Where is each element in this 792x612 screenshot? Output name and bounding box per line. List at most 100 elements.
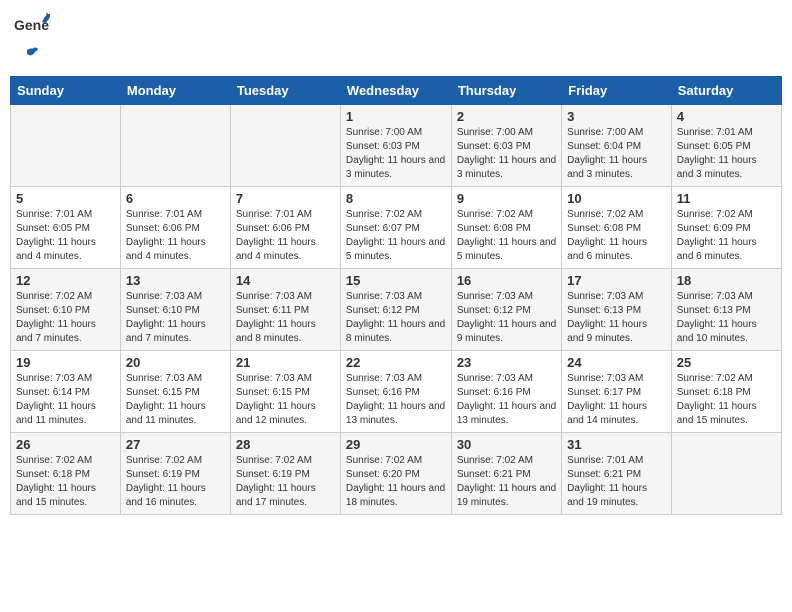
day-of-week-header: Friday <box>562 77 672 105</box>
calendar-day-cell: 24 Sunrise: 7:03 AM Sunset: 6:17 PM Dayli… <box>562 351 672 433</box>
day-info: Sunrise: 7:00 AM Sunset: 6:04 PM Dayligh… <box>567 126 666 182</box>
calendar-day-cell: 7 Sunrise: 7:01 AM Sunset: 6:06 PM Daylig… <box>230 187 340 269</box>
day-number: 16 <box>457 273 556 288</box>
calendar-week-row: 1 Sunrise: 7:00 AM Sunset: 6:03 PM Daylig… <box>11 105 782 187</box>
day-of-week-header: Thursday <box>451 77 561 105</box>
logo-bird-icon <box>16 46 38 68</box>
calendar-day-cell: 29Sunrise: 7:02 AM Sunset: 6:20 PM Dayli… <box>340 433 451 515</box>
day-info: Sunrise: 7:00 AM Sunset: 6:03 PM Dayligh… <box>457 126 556 182</box>
calendar-day-cell: 23 Sunrise: 7:03 AM Sunset: 6:16 PM Dayli… <box>451 351 561 433</box>
day-number: 1 <box>346 109 446 124</box>
day-number: 18 <box>677 273 776 288</box>
calendar-day-cell: 28 Sunrise: 7:02 AM Sunset: 6:19 PM Dayli… <box>230 433 340 515</box>
day-info: Sunrise: 7:03 AM Sunset: 6:15 PM Dayligh… <box>126 372 225 428</box>
day-info: Sunrise: 7:02 AM Sunset: 6:10 PM Dayligh… <box>16 290 115 346</box>
calendar-day-cell <box>11 105 121 187</box>
day-info: Sunrise: 7:03 AM Sunset: 6:12 PM Dayligh… <box>457 290 556 346</box>
calendar-day-cell: 16 Sunrise: 7:03 AM Sunset: 6:12 PM Dayli… <box>451 269 561 351</box>
calendar-day-cell: 10 Sunrise: 7:02 AM Sunset: 6:08 PM Dayli… <box>562 187 672 269</box>
calendar-day-cell: 6 Sunrise: 7:01 AM Sunset: 6:06 PM Daylig… <box>120 187 230 269</box>
day-info: Sunrise: 7:01 AM Sunset: 6:06 PM Dayligh… <box>126 208 225 264</box>
calendar-day-cell <box>230 105 340 187</box>
day-number: 21 <box>236 355 335 370</box>
day-number: 6 <box>126 191 225 206</box>
day-number: 25 <box>677 355 776 370</box>
day-info: Sunrise: 7:02 AM Sunset: 6:19 PM Dayligh… <box>236 454 335 510</box>
calendar-day-cell: 19 Sunrise: 7:03 AM Sunset: 6:14 PM Dayli… <box>11 351 121 433</box>
day-info: Sunrise: 7:02 AM Sunset: 6:18 PM Dayligh… <box>16 454 115 510</box>
calendar-week-row: 19 Sunrise: 7:03 AM Sunset: 6:14 PM Dayli… <box>11 351 782 433</box>
day-info: Sunrise: 7:02 AM Sunset: 6:21 PM Dayligh… <box>457 454 556 510</box>
day-number: 30 <box>457 437 556 452</box>
logo: General <box>14 10 50 68</box>
day-info: Sunrise: 7:02 AM Sunset: 6:08 PM Dayligh… <box>567 208 666 264</box>
day-info: Sunrise: 7:01 AM Sunset: 6:05 PM Dayligh… <box>677 126 776 182</box>
day-info: Sunrise: 7:00 AM Sunset: 6:03 PM Dayligh… <box>346 126 446 182</box>
day-info: Sunrise: 7:03 AM Sunset: 6:11 PM Dayligh… <box>236 290 335 346</box>
calendar-day-cell: 11 Sunrise: 7:02 AM Sunset: 6:09 PM Dayli… <box>671 187 781 269</box>
day-info: Sunrise: 7:03 AM Sunset: 6:17 PM Dayligh… <box>567 372 666 428</box>
calendar-day-cell: 17Sunrise: 7:03 AM Sunset: 6:13 PM Dayli… <box>562 269 672 351</box>
calendar-day-cell: 2 Sunrise: 7:00 AM Sunset: 6:03 PM Daylig… <box>451 105 561 187</box>
day-of-week-header: Monday <box>120 77 230 105</box>
day-info: Sunrise: 7:03 AM Sunset: 6:13 PM Dayligh… <box>677 290 776 346</box>
logo-icon: General <box>14 10 50 46</box>
day-info: Sunrise: 7:03 AM Sunset: 6:14 PM Dayligh… <box>16 372 115 428</box>
day-number: 11 <box>677 191 776 206</box>
day-number: 7 <box>236 191 335 206</box>
day-number: 29 <box>346 437 446 452</box>
calendar-day-cell: 3 Sunrise: 7:00 AM Sunset: 6:04 PM Daylig… <box>562 105 672 187</box>
day-info: Sunrise: 7:03 AM Sunset: 6:16 PM Dayligh… <box>457 372 556 428</box>
day-number: 19 <box>16 355 115 370</box>
calendar-day-cell: 21Sunrise: 7:03 AM Sunset: 6:15 PM Dayli… <box>230 351 340 433</box>
day-number: 10 <box>567 191 666 206</box>
calendar-day-cell: 12 Sunrise: 7:02 AM Sunset: 6:10 PM Dayli… <box>11 269 121 351</box>
day-info: Sunrise: 7:03 AM Sunset: 6:13 PM Dayligh… <box>567 290 666 346</box>
calendar-day-cell: 18 Sunrise: 7:03 AM Sunset: 6:13 PM Dayli… <box>671 269 781 351</box>
day-number: 4 <box>677 109 776 124</box>
day-of-week-header: Tuesday <box>230 77 340 105</box>
day-info: Sunrise: 7:02 AM Sunset: 6:19 PM Dayligh… <box>126 454 225 510</box>
calendar-week-row: 26 Sunrise: 7:02 AM Sunset: 6:18 PM Dayli… <box>11 433 782 515</box>
calendar-day-cell: 26 Sunrise: 7:02 AM Sunset: 6:18 PM Dayli… <box>11 433 121 515</box>
calendar-day-cell <box>671 433 781 515</box>
day-number: 22 <box>346 355 446 370</box>
day-number: 13 <box>126 273 225 288</box>
page-header: General <box>10 10 782 68</box>
day-info: Sunrise: 7:03 AM Sunset: 6:12 PM Dayligh… <box>346 290 446 346</box>
day-number: 9 <box>457 191 556 206</box>
day-number: 8 <box>346 191 446 206</box>
day-number: 26 <box>16 437 115 452</box>
day-number: 15 <box>346 273 446 288</box>
day-info: Sunrise: 7:03 AM Sunset: 6:16 PM Dayligh… <box>346 372 446 428</box>
day-info: Sunrise: 7:01 AM Sunset: 6:21 PM Dayligh… <box>567 454 666 510</box>
calendar-day-cell: 14Sunrise: 7:03 AM Sunset: 6:11 PM Dayli… <box>230 269 340 351</box>
day-number: 2 <box>457 109 556 124</box>
day-of-week-header: Sunday <box>11 77 121 105</box>
calendar-week-row: 5Sunrise: 7:01 AM Sunset: 6:05 PM Daylig… <box>11 187 782 269</box>
calendar-table: SundayMondayTuesdayWednesdayThursdayFrid… <box>10 76 782 515</box>
calendar-day-cell: 9Sunrise: 7:02 AM Sunset: 6:08 PM Daylig… <box>451 187 561 269</box>
day-number: 27 <box>126 437 225 452</box>
calendar-week-row: 12 Sunrise: 7:02 AM Sunset: 6:10 PM Dayli… <box>11 269 782 351</box>
day-of-week-header: Wednesday <box>340 77 451 105</box>
calendar-day-cell: 25 Sunrise: 7:02 AM Sunset: 6:18 PM Dayli… <box>671 351 781 433</box>
calendar-day-cell: 15 Sunrise: 7:03 AM Sunset: 6:12 PM Dayli… <box>340 269 451 351</box>
day-info: Sunrise: 7:01 AM Sunset: 6:06 PM Dayligh… <box>236 208 335 264</box>
day-number: 5 <box>16 191 115 206</box>
day-number: 20 <box>126 355 225 370</box>
calendar-day-cell: 22 Sunrise: 7:03 AM Sunset: 6:16 PM Dayli… <box>340 351 451 433</box>
calendar-day-cell: 13 Sunrise: 7:03 AM Sunset: 6:10 PM Dayli… <box>120 269 230 351</box>
calendar-day-cell: 8 Sunrise: 7:02 AM Sunset: 6:07 PM Daylig… <box>340 187 451 269</box>
day-number: 24 <box>567 355 666 370</box>
day-info: Sunrise: 7:03 AM Sunset: 6:10 PM Dayligh… <box>126 290 225 346</box>
calendar-day-cell <box>120 105 230 187</box>
day-number: 23 <box>457 355 556 370</box>
day-number: 28 <box>236 437 335 452</box>
day-number: 3 <box>567 109 666 124</box>
day-info: Sunrise: 7:02 AM Sunset: 6:09 PM Dayligh… <box>677 208 776 264</box>
day-info: Sunrise: 7:02 AM Sunset: 6:18 PM Dayligh… <box>677 372 776 428</box>
day-info: Sunrise: 7:02 AM Sunset: 6:07 PM Dayligh… <box>346 208 446 264</box>
calendar-day-cell: 31Sunrise: 7:01 AM Sunset: 6:21 PM Dayli… <box>562 433 672 515</box>
day-number: 12 <box>16 273 115 288</box>
